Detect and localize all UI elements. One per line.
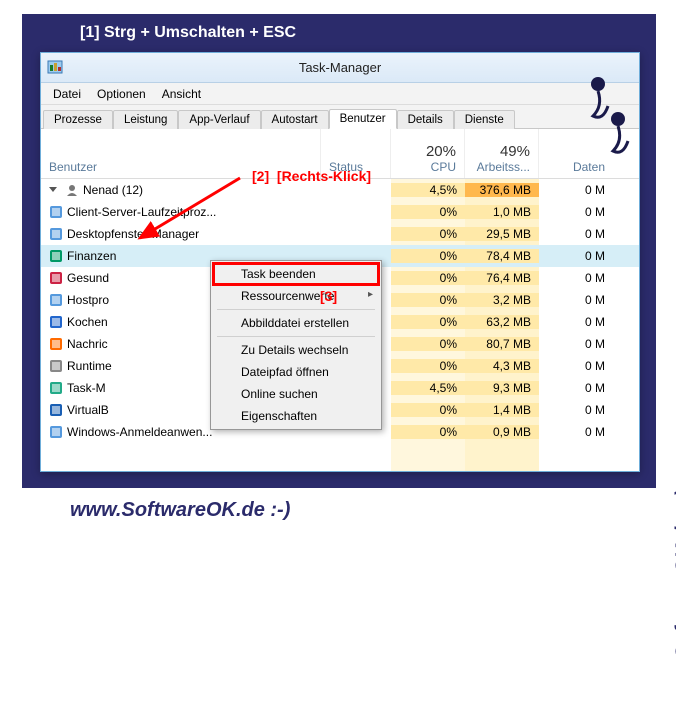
watermark-right: www.SoftwareOK.de :-): [672, 490, 676, 710]
process-net: 0 M: [539, 271, 613, 285]
annotation-step-1: [1] Strg + Umschalten + ESC: [80, 24, 296, 42]
process-mem: 9,3 MB: [465, 381, 539, 395]
process-cpu: 0%: [391, 271, 465, 285]
titlebar: Task-Manager: [41, 53, 639, 83]
window-title: Task-Manager: [299, 60, 381, 75]
process-mem: 29,5 MB: [465, 227, 539, 241]
process-name: Nachric: [67, 337, 108, 351]
process-name: Hostpro: [67, 293, 109, 307]
process-name: Finanzen: [67, 249, 116, 263]
process-mem: 4,3 MB: [465, 359, 539, 373]
watermark-bottom: www.SoftwareOK.de :-): [70, 499, 290, 522]
ctx-separator: [217, 336, 375, 337]
process-mem: 3,2 MB: [465, 293, 539, 307]
process-mem: 78,4 MB: [465, 249, 539, 263]
annotation-step-2: [2] [Rechts-Klick]: [252, 168, 371, 184]
menu-options[interactable]: Optionen: [89, 85, 154, 103]
process-name: Runtime: [67, 359, 112, 373]
process-net: 0 M: [539, 337, 613, 351]
mem-percent: 49%: [500, 143, 530, 160]
process-name: VirtualB: [67, 403, 109, 417]
tab-services[interactable]: Dienste: [454, 110, 515, 129]
net-percent: [601, 143, 605, 160]
process-net: 0 M: [539, 359, 613, 373]
menu-file[interactable]: Datei: [45, 85, 89, 103]
ctx-separator: [217, 309, 375, 310]
col-header-mem[interactable]: 49% Arbeitss...: [465, 129, 539, 178]
process-mem: 1,0 MB: [465, 205, 539, 219]
process-net: 0 M: [539, 227, 613, 241]
menubar: Datei Optionen Ansicht: [41, 83, 639, 105]
process-name: Windows-Anmeldeanwen...: [67, 425, 212, 439]
process-cpu: 0%: [391, 249, 465, 263]
process-cpu: 0%: [391, 205, 465, 219]
tab-apphistory[interactable]: App-Verlauf: [178, 110, 260, 129]
annotation-step-3: [3]: [320, 288, 337, 304]
tab-processes[interactable]: Prozesse: [43, 110, 113, 129]
ctx-goto-details[interactable]: Zu Details wechseln: [213, 339, 379, 361]
ctx-end-task[interactable]: Task beenden: [213, 263, 379, 285]
tabstrip: Prozesse Leistung App-Verlauf Autostart …: [41, 105, 639, 129]
process-mem: 63,2 MB: [465, 315, 539, 329]
user-net: 0 M: [539, 183, 613, 197]
tab-users[interactable]: Benutzer: [329, 109, 397, 129]
process-cpu: 0%: [391, 359, 465, 373]
app-icon: [47, 59, 63, 75]
tab-performance[interactable]: Leistung: [113, 110, 178, 129]
col-header-cpu[interactable]: 20% CPU: [391, 129, 465, 178]
user-icon: [65, 183, 79, 197]
process-cpu: 0%: [391, 337, 465, 351]
ctx-search-online[interactable]: Online suchen: [213, 383, 379, 405]
process-name: Gesund: [67, 271, 109, 285]
process-cpu: 4,5%: [391, 381, 465, 395]
ctx-create-dump[interactable]: Abbilddatei erstellen: [213, 312, 379, 334]
process-cpu: 0%: [391, 425, 465, 439]
process-mem: 76,4 MB: [465, 271, 539, 285]
process-mem: 80,7 MB: [465, 337, 539, 351]
tab-startup[interactable]: Autostart: [261, 110, 329, 129]
annotation-arrow: [120, 170, 250, 250]
user-mem: 376,6 MB: [465, 183, 539, 197]
user-cpu: 4,5%: [391, 183, 465, 197]
process-net: 0 M: [539, 315, 613, 329]
mem-label: Arbeitss...: [477, 160, 530, 174]
context-menu: Task beenden Ressourcenwerte Abbilddatei…: [210, 260, 382, 430]
process-name: Kochen: [67, 315, 108, 329]
process-name: Task-M: [67, 381, 106, 395]
process-cpu: 0%: [391, 315, 465, 329]
col-header-net[interactable]: Daten: [539, 129, 613, 178]
process-net: 0 M: [539, 293, 613, 307]
process-mem: 0,9 MB: [465, 425, 539, 439]
ctx-open-location[interactable]: Dateipfad öffnen: [213, 361, 379, 383]
chevron-down-icon[interactable]: [49, 187, 57, 192]
process-mem: 1,4 MB: [465, 403, 539, 417]
cpu-percent: 20%: [426, 143, 456, 160]
process-cpu: 0%: [391, 403, 465, 417]
process-net: 0 M: [539, 249, 613, 263]
tab-details[interactable]: Details: [397, 110, 454, 129]
process-cpu: 0%: [391, 293, 465, 307]
process-net: 0 M: [539, 425, 613, 439]
process-cpu: 0%: [391, 227, 465, 241]
process-net: 0 M: [539, 205, 613, 219]
process-net: 0 M: [539, 403, 613, 417]
ctx-properties[interactable]: Eigenschaften: [213, 405, 379, 427]
process-net: 0 M: [539, 381, 613, 395]
menu-view[interactable]: Ansicht: [154, 85, 209, 103]
cpu-label: CPU: [431, 160, 456, 174]
ctx-resource-values[interactable]: Ressourcenwerte: [213, 285, 379, 307]
net-label: Daten: [573, 160, 605, 174]
